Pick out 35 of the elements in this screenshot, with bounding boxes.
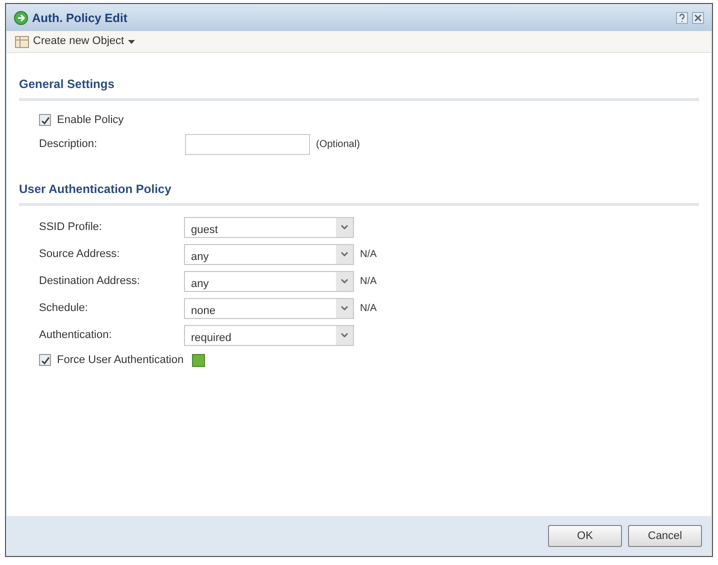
field-label: Schedule: xyxy=(39,301,89,316)
caret-icon xyxy=(128,40,136,44)
hint-text: N/A xyxy=(360,302,377,316)
description-field[interactable] xyxy=(185,134,310,155)
hint-text: N/A xyxy=(360,275,377,289)
create-object-menu[interactable]: Create new Object xyxy=(15,33,136,50)
chevron-icon xyxy=(341,279,348,284)
dropdown[interactable]: any xyxy=(184,271,354,292)
field-label: Source Address: xyxy=(39,247,121,262)
chevron-icon xyxy=(341,333,348,338)
checkbox[interactable] xyxy=(39,354,51,366)
checkbox-label: Enable Policy xyxy=(57,112,124,128)
checkbox[interactable] xyxy=(39,114,51,126)
help-icon[interactable] xyxy=(676,12,688,24)
close-icon[interactable] xyxy=(692,12,704,24)
field-label: Description: xyxy=(39,137,98,152)
dropdown[interactable]: required xyxy=(184,325,354,346)
dialog-button[interactable]: OK xyxy=(548,525,622,547)
window-title: Auth. Policy Edit xyxy=(32,10,128,26)
dropdown[interactable]: any xyxy=(184,244,354,265)
section-heading: User Authentication Policy xyxy=(19,180,699,206)
chevron-icon xyxy=(341,252,348,257)
chevron-icon xyxy=(341,306,348,311)
field-label: Destination Address: xyxy=(39,274,141,290)
table-icon xyxy=(15,36,29,48)
section-heading: General Settings xyxy=(19,75,699,101)
dropdown[interactable]: none xyxy=(184,298,354,319)
hint-text: (Optional) xyxy=(316,138,360,152)
chevron-icon xyxy=(341,225,348,230)
field-label: Authentication: xyxy=(39,328,113,344)
field-label: SSID Profile: xyxy=(39,220,103,236)
dialog-button[interactable]: Cancel xyxy=(628,525,702,547)
checkbox-label: Force User Authentication xyxy=(57,352,184,368)
dropdown[interactable]: guest xyxy=(184,217,354,238)
hint-text: N/A xyxy=(360,248,377,262)
